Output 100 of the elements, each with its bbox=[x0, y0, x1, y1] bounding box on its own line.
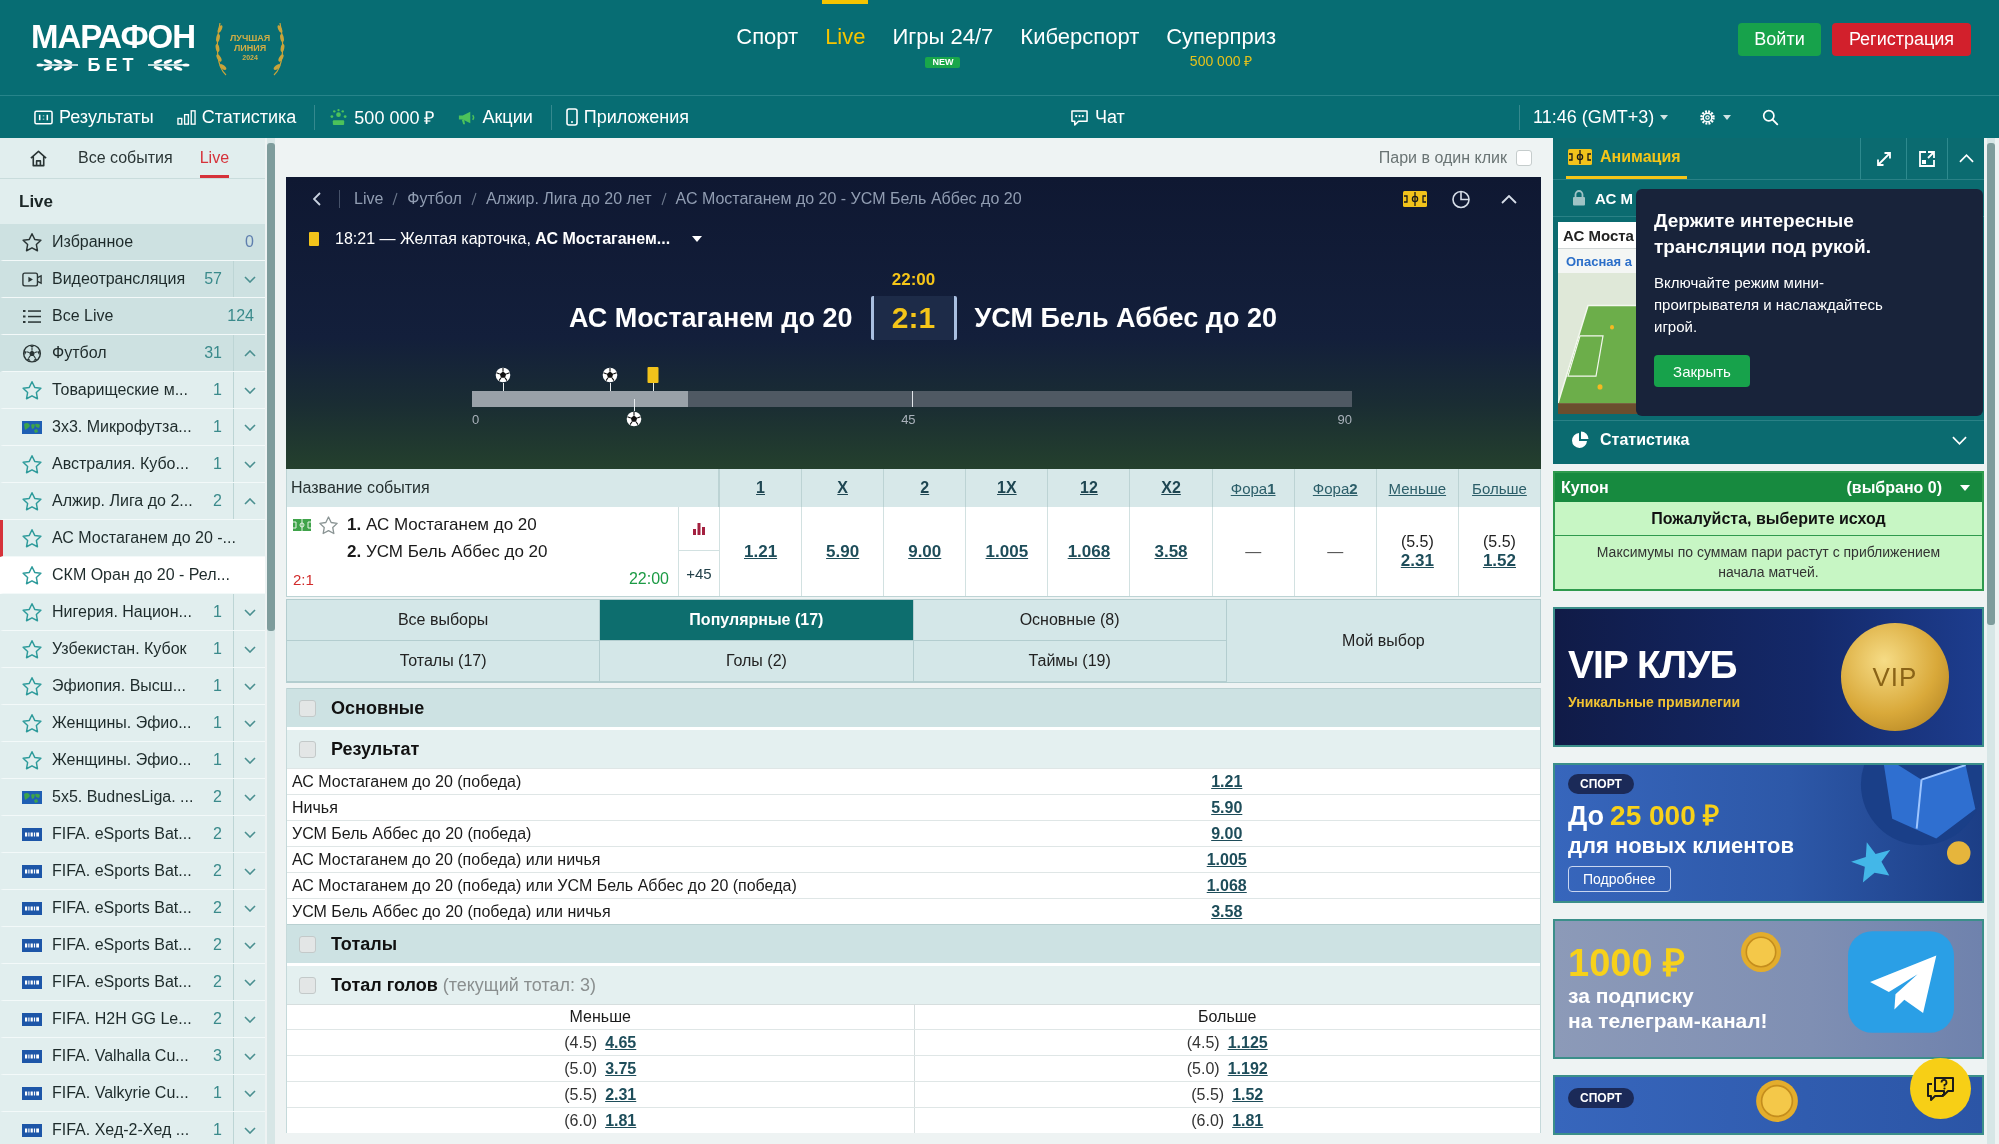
logo-title[interactable]: МАРАФОН bbox=[30, 21, 196, 53]
checkbox[interactable] bbox=[299, 976, 316, 994]
sidebar-item[interactable]: Товарищеские м... 1 bbox=[0, 372, 265, 409]
more-markets-link[interactable]: +45 bbox=[679, 551, 719, 596]
column-header-link[interactable]: 1X bbox=[997, 479, 1017, 497]
breadcrumb-link[interactable]: Футбол bbox=[407, 190, 462, 208]
nav-tab[interactable]: Киберспорт bbox=[1017, 0, 1143, 95]
sidebar-item[interactable]: FIFA. H2H GG Le... 2 bbox=[0, 1001, 265, 1038]
sidebar-item[interactable]: Узбекистан. Кубок 1 bbox=[0, 631, 265, 668]
column-header-link[interactable]: X bbox=[837, 479, 848, 497]
sidebar-item[interactable]: 3x3. Микрофутза... 1 bbox=[0, 409, 265, 446]
time-dropdown[interactable]: 11:46 (GMT+3) bbox=[1533, 106, 1669, 128]
sidebar-item[interactable]: АС Мостаганем до 20 -... bbox=[0, 520, 265, 557]
odds-link[interactable]: 1.125 bbox=[1227, 1033, 1268, 1052]
column-header-link[interactable]: 12 bbox=[1080, 479, 1098, 497]
nav-tab[interactable]: Игры 24/7 NEW bbox=[889, 0, 997, 95]
search-button[interactable] bbox=[1761, 108, 1781, 126]
odds-link[interactable]: 1.52 bbox=[1232, 1085, 1264, 1104]
column-header-link[interactable]: Меньше bbox=[1388, 479, 1447, 497]
pitch-icon[interactable] bbox=[1403, 191, 1427, 207]
logo-subtitle[interactable]: БЕТ bbox=[87, 56, 139, 74]
sidebar-item[interactable]: Видеотрансляция 57 bbox=[0, 261, 265, 298]
odds-link[interactable]: 3.75 bbox=[605, 1059, 637, 1078]
scrollbar-thumb[interactable] bbox=[267, 143, 275, 631]
breadcrumb-link[interactable]: АС Мостаганем до 20 - УСМ Бель Аббес до 20 bbox=[675, 190, 1022, 208]
column-header-link[interactable]: Фора1 bbox=[1230, 479, 1276, 497]
odds-link[interactable]: 1.192 bbox=[1227, 1059, 1268, 1078]
breadcrumb-link[interactable]: Live bbox=[354, 190, 384, 208]
sidebar-item[interactable]: FIFA. eSports Bat... 2 bbox=[0, 853, 265, 890]
sidebar-item[interactable]: Женщины. Эфио... 1 bbox=[0, 705, 265, 742]
checkbox[interactable] bbox=[299, 935, 316, 953]
checkbox[interactable] bbox=[299, 699, 316, 717]
odds-link[interactable]: 5.90 bbox=[1211, 798, 1243, 816]
star-icon[interactable] bbox=[319, 515, 338, 535]
team-name[interactable]: 1. АС Мостаганем до 20 bbox=[347, 515, 537, 535]
promotions-link[interactable]: Акции bbox=[457, 106, 533, 128]
star-icon[interactable] bbox=[22, 676, 42, 696]
sidebar-item[interactable]: 5x5. BudnesLiga. ... 2 bbox=[0, 779, 265, 816]
sidebar-item[interactable]: Австралия. Кубо... 1 bbox=[0, 446, 265, 483]
star-icon[interactable] bbox=[22, 491, 42, 511]
star-icon[interactable] bbox=[22, 454, 42, 474]
section-header[interactable]: Основные bbox=[287, 688, 1540, 727]
column-header-link[interactable]: Фора2 bbox=[1312, 479, 1358, 497]
sidebar-tab[interactable]: Все события bbox=[78, 138, 173, 178]
sidebar-item[interactable]: FIFA. eSports Bat... 2 bbox=[0, 927, 265, 964]
star-icon[interactable] bbox=[22, 639, 42, 659]
odds-link[interactable]: 2.31 bbox=[605, 1085, 637, 1104]
home-icon[interactable] bbox=[29, 148, 48, 168]
sidebar-item[interactable]: FIFA. Valkyrie Cu... 1 bbox=[0, 1075, 265, 1112]
register-button[interactable]: Регистрация bbox=[1832, 23, 1971, 56]
market-tab[interactable]: Тоталы (17) bbox=[287, 641, 601, 682]
column-header-link[interactable]: 1 bbox=[756, 479, 765, 497]
star-icon[interactable] bbox=[22, 565, 42, 585]
market-header[interactable]: Результат bbox=[287, 727, 1540, 768]
details-button[interactable]: Подробнее bbox=[1568, 866, 1671, 892]
sidebar-item[interactable]: FIFA. eSports Bat... 2 bbox=[0, 964, 265, 1001]
sidebar-tab[interactable]: Live bbox=[199, 138, 230, 178]
star-icon[interactable] bbox=[22, 713, 42, 733]
odds-link[interactable]: 1.21 bbox=[1211, 772, 1243, 790]
promo-banner[interactable]: СПОРТ До 25 000 ₽ для новых клиентов Подробнее bbox=[1553, 763, 1984, 903]
column-header-link[interactable]: Больше bbox=[1472, 479, 1527, 497]
statistics-toggle[interactable]: Статистика bbox=[1553, 420, 1984, 459]
nav-tab[interactable]: Спорт bbox=[733, 0, 802, 95]
market-tab[interactable]: Таймы (19) bbox=[913, 641, 1227, 682]
checkbox[interactable] bbox=[299, 740, 316, 758]
apps-link[interactable]: Приложения bbox=[565, 106, 690, 128]
breadcrumb-link[interactable]: Алжир. Лига до 20 лет bbox=[485, 190, 652, 208]
column-header-link[interactable]: 2 bbox=[920, 479, 930, 497]
pie-chart-icon[interactable] bbox=[1451, 189, 1471, 209]
odds-link[interactable]: 1.068 bbox=[1206, 876, 1247, 894]
checkbox[interactable] bbox=[1516, 149, 1532, 166]
sidebar-item[interactable]: Женщины. Эфио... 1 bbox=[0, 742, 265, 779]
column-header-link[interactable]: X2 bbox=[1161, 479, 1181, 497]
chevron-left-icon[interactable] bbox=[313, 192, 321, 206]
promo-banner[interactable]: СПОРТ bbox=[1553, 1075, 1984, 1135]
animation-tab[interactable]: Анимация bbox=[1566, 138, 1687, 179]
caret-down-icon[interactable] bbox=[692, 236, 703, 242]
star-icon[interactable] bbox=[22, 750, 42, 770]
odds-link[interactable]: 4.65 bbox=[605, 1033, 637, 1052]
market-tab[interactable]: Основные (8) bbox=[913, 600, 1227, 641]
coupon-header[interactable]: Купон (выбрано 0) bbox=[1555, 473, 1982, 502]
star-icon[interactable] bbox=[22, 602, 42, 622]
sidebar-item[interactable]: FIFA. eSports Bat... 2 bbox=[0, 816, 265, 853]
sidebar-item[interactable]: СКМ Оран до 20 - Рел... bbox=[0, 557, 265, 594]
sidebar-item[interactable]: FIFA. eSports Bat... 2 bbox=[0, 890, 265, 927]
sidebar-item[interactable]: Футбол 31 bbox=[0, 335, 265, 372]
sidebar-item[interactable]: Все Live 124 bbox=[0, 298, 265, 335]
odds-link[interactable]: 3.58 bbox=[1211, 902, 1243, 920]
chat-button[interactable]: Чат bbox=[1070, 106, 1125, 128]
nav-tab[interactable]: Суперприз 500 000 ₽ bbox=[1163, 0, 1279, 95]
star-icon[interactable] bbox=[22, 380, 42, 400]
odds-link[interactable]: 1.005 bbox=[1206, 850, 1247, 868]
statistics-link[interactable]: Статистика bbox=[176, 106, 297, 128]
sidebar-item[interactable]: Избранное 0 bbox=[0, 224, 265, 261]
market-tab[interactable]: Все выборы bbox=[287, 600, 601, 641]
odds-link[interactable]: 1.81 bbox=[1232, 1111, 1264, 1130]
sidebar-item[interactable]: Эфиопия. Высш... 1 bbox=[0, 668, 265, 705]
sidebar-item[interactable]: Нигерия. Национ... 1 bbox=[0, 594, 265, 631]
settings-button[interactable] bbox=[1698, 108, 1732, 126]
my-choice-tab[interactable]: Мой выбор bbox=[1226, 600, 1540, 682]
